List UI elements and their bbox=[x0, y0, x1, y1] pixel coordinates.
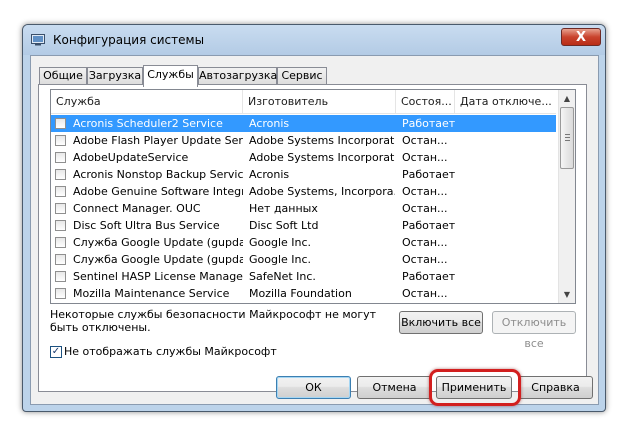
service-status: Остан... bbox=[402, 202, 448, 215]
tab-boot[interactable]: Загрузка bbox=[87, 67, 143, 85]
enable-all-button[interactable]: Включить все bbox=[399, 311, 483, 334]
service-manufacturer: Mozilla Foundation bbox=[249, 287, 352, 300]
service-manufacturer: Acronis bbox=[249, 168, 290, 181]
service-manufacturer: Acronis bbox=[249, 117, 290, 130]
help-button[interactable]: Справка bbox=[518, 376, 593, 399]
column-date-disabled[interactable]: Дата отключе... bbox=[455, 90, 556, 113]
service-status: Остан... bbox=[402, 134, 448, 147]
table-row[interactable]: AdobeUpdateService Adobe Systems Incorpo… bbox=[51, 149, 556, 166]
service-checkbox[interactable] bbox=[55, 169, 66, 180]
service-manufacturer: Disc Soft Ltd bbox=[249, 219, 319, 232]
column-manufacturer[interactable]: Изготовитель bbox=[243, 90, 396, 113]
tab-general[interactable]: Общие bbox=[39, 67, 87, 85]
service-manufacturer: Google Inc. bbox=[249, 253, 312, 266]
service-status: Остан... bbox=[402, 253, 448, 266]
cancel-button[interactable]: Отмена bbox=[357, 376, 432, 399]
service-manufacturer: SafeNet Inc. bbox=[249, 270, 316, 283]
service-checkbox[interactable] bbox=[55, 271, 66, 282]
service-name: Acronis Scheduler2 Service bbox=[73, 117, 223, 130]
service-manufacturer: Нет данных bbox=[249, 202, 318, 215]
table-row[interactable]: Служба Google Update (gupdate) Google In… bbox=[51, 234, 556, 251]
disable-all-button[interactable]: Отключить все bbox=[492, 311, 576, 350]
service-checkbox[interactable] bbox=[55, 152, 66, 163]
services-tab-panel: Служба Изготовитель Состоя... Дата отклю… bbox=[38, 84, 587, 392]
scroll-thumb[interactable] bbox=[560, 107, 574, 169]
table-row[interactable]: Adobe Flash Player Update Service Adobe … bbox=[51, 132, 556, 149]
table-row[interactable]: Acronis Scheduler2 Service Acronis Работ… bbox=[51, 115, 556, 132]
service-checkbox[interactable] bbox=[55, 203, 66, 214]
service-name: Disc Soft Ultra Bus Service bbox=[73, 219, 220, 232]
service-status: Остан... bbox=[402, 287, 448, 300]
scroll-up-icon[interactable]: ▲ bbox=[559, 90, 575, 107]
hide-microsoft-checkbox[interactable]: ✓ bbox=[50, 346, 62, 358]
service-manufacturer: Adobe Systems, Incorpora... bbox=[249, 185, 395, 198]
table-row[interactable]: Adobe Genuine Software Integri... Adobe … bbox=[51, 183, 556, 200]
column-service[interactable]: Служба bbox=[51, 90, 243, 113]
table-row[interactable]: Sentinel HASP License Manager SafeNet In… bbox=[51, 268, 556, 285]
service-status: Остан... bbox=[402, 151, 448, 164]
table-row[interactable]: Mozilla Maintenance Service Mozilla Foun… bbox=[51, 285, 556, 302]
service-status: Работает bbox=[402, 270, 456, 283]
service-status: Остан... bbox=[402, 236, 448, 249]
service-manufacturer: Adobe Systems Incorporated bbox=[249, 134, 395, 147]
service-checkbox[interactable] bbox=[55, 118, 66, 129]
service-checkbox[interactable] bbox=[55, 220, 66, 231]
tab-tools[interactable]: Сервис bbox=[277, 67, 327, 85]
microsoft-services-note: Некоторые службы безопасности Майкрософт… bbox=[50, 308, 377, 334]
services-list[interactable]: Служба Изготовитель Состоя... Дата отклю… bbox=[50, 89, 576, 304]
grip-line bbox=[565, 134, 570, 135]
service-status: Работает bbox=[402, 117, 456, 130]
service-checkbox[interactable] bbox=[55, 237, 66, 248]
list-header: Служба Изготовитель Состоя... Дата отклю… bbox=[51, 90, 556, 114]
check-mark-icon: ✓ bbox=[51, 346, 61, 357]
service-checkbox[interactable] bbox=[55, 288, 66, 299]
service-name: Acronis Nonstop Backup Service bbox=[73, 168, 243, 181]
service-name: AdobeUpdateService bbox=[73, 151, 189, 164]
column-status[interactable]: Состоя... bbox=[396, 90, 455, 113]
window-title: Конфигурация системы bbox=[53, 33, 205, 47]
service-manufacturer: Adobe Systems Incorporated bbox=[249, 151, 395, 164]
service-checkbox[interactable] bbox=[55, 254, 66, 265]
ok-button[interactable]: ОК bbox=[276, 376, 351, 399]
close-icon: X bbox=[575, 30, 587, 45]
grip-line bbox=[565, 140, 570, 141]
service-status: Остан... bbox=[402, 185, 448, 198]
service-status: Работает bbox=[402, 219, 456, 232]
title-bar[interactable]: Конфигурация системы X bbox=[23, 25, 605, 55]
scroll-down-icon[interactable]: ▼ bbox=[559, 286, 575, 303]
system-configuration-window: Конфигурация системы X Общие Загрузка Сл… bbox=[22, 24, 606, 412]
close-button[interactable]: X bbox=[561, 28, 601, 46]
service-checkbox[interactable] bbox=[55, 186, 66, 197]
service-name: Adobe Genuine Software Integri... bbox=[73, 185, 243, 198]
tab-startup[interactable]: Автозагрузка bbox=[198, 67, 277, 85]
service-name: Служба Google Update (gupdatem) bbox=[73, 253, 243, 266]
table-row[interactable]: Connect Manager. OUC Нет данных Остан... bbox=[51, 200, 556, 217]
service-rows: Acronis Scheduler2 Service Acronis Работ… bbox=[51, 115, 556, 302]
service-name: Служба Google Update (gupdate) bbox=[73, 236, 243, 249]
table-row[interactable]: Acronis Nonstop Backup Service Acronis Р… bbox=[51, 166, 556, 183]
grip-line bbox=[565, 137, 570, 138]
hide-microsoft-label: Не отображать службы Майкрософт bbox=[64, 345, 277, 358]
tab-services[interactable]: Службы bbox=[143, 65, 198, 87]
table-row[interactable]: Disc Soft Ultra Bus Service Disc Soft Lt… bbox=[51, 217, 556, 234]
table-row[interactable]: Служба Google Update (gupdatem) Google I… bbox=[51, 251, 556, 268]
service-name: Adobe Flash Player Update Service bbox=[73, 134, 243, 147]
service-manufacturer: Google Inc. bbox=[249, 236, 312, 249]
list-scrollbar[interactable]: ▲ ▼ bbox=[558, 90, 575, 303]
apply-highlight-ring bbox=[429, 369, 521, 406]
system-config-icon bbox=[31, 34, 45, 46]
service-status: Работает bbox=[402, 168, 456, 181]
service-name: Sentinel HASP License Manager bbox=[73, 270, 243, 283]
service-name: Connect Manager. OUC bbox=[73, 202, 201, 215]
service-checkbox[interactable] bbox=[55, 135, 66, 146]
service-name: Mozilla Maintenance Service bbox=[73, 287, 230, 300]
